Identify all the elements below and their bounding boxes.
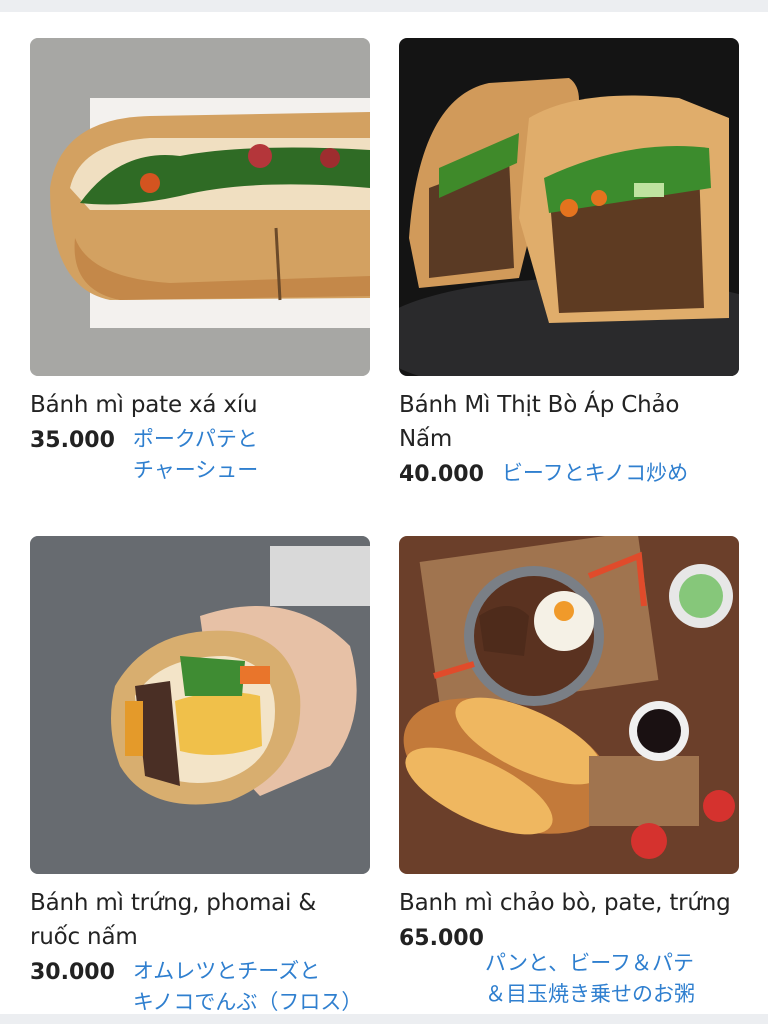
item-price: 35.000: [30, 428, 115, 453]
item-price: 30.000: [30, 960, 115, 985]
menu-item-card[interactable]: Banh mì chảo bò, pate, trứng 65.000 パンと、…: [399, 536, 739, 1010]
item-translation: ビーフとキノコ炒め: [501, 461, 689, 485]
item-name: Bánh mì trứng, phomai & ruốc nấm: [30, 890, 317, 950]
menu-item-card[interactable]: Bánh mì pate xá xíu 35.000 ポークパテと チャーシュー: [30, 38, 370, 486]
item-price: 40.000: [399, 462, 484, 487]
item-translation: ポークパテと チャーシュー: [132, 427, 259, 482]
banh-mi-egg-cheese-photo: [30, 536, 370, 874]
item-name: Bánh mì pate xá xíu: [30, 392, 258, 418]
bottom-edge-strip: [0, 1014, 768, 1024]
food-photo[interactable]: [399, 536, 739, 874]
banh-mi-beef-mushroom-photo: [399, 38, 739, 376]
item-name: Bánh Mì Thịt Bò Áp Chảo Nấm: [399, 392, 680, 452]
food-photo[interactable]: [399, 38, 739, 376]
item-translation: パンと、ビーフ＆パテ ＆目玉焼き乗せのお粥: [485, 951, 695, 1006]
top-edge-strip: [0, 0, 768, 12]
menu-item-card[interactable]: Bánh mì trứng, phomai & ruốc nấm 30.000 …: [30, 536, 370, 1018]
banh-mi-pate-photo: [30, 38, 370, 376]
banh-mi-chao-photo: [399, 536, 739, 874]
item-name: Banh mì chảo bò, pate, trứng: [399, 890, 731, 916]
food-photo[interactable]: [30, 38, 370, 376]
menu-item-card[interactable]: Bánh Mì Thịt Bò Áp Chảo Nấm 40.000 ビーフとキ…: [399, 38, 739, 492]
food-photo[interactable]: [30, 536, 370, 874]
item-translation: オムレツとチーズと キノコでんぶ（フロス）: [132, 959, 363, 1014]
